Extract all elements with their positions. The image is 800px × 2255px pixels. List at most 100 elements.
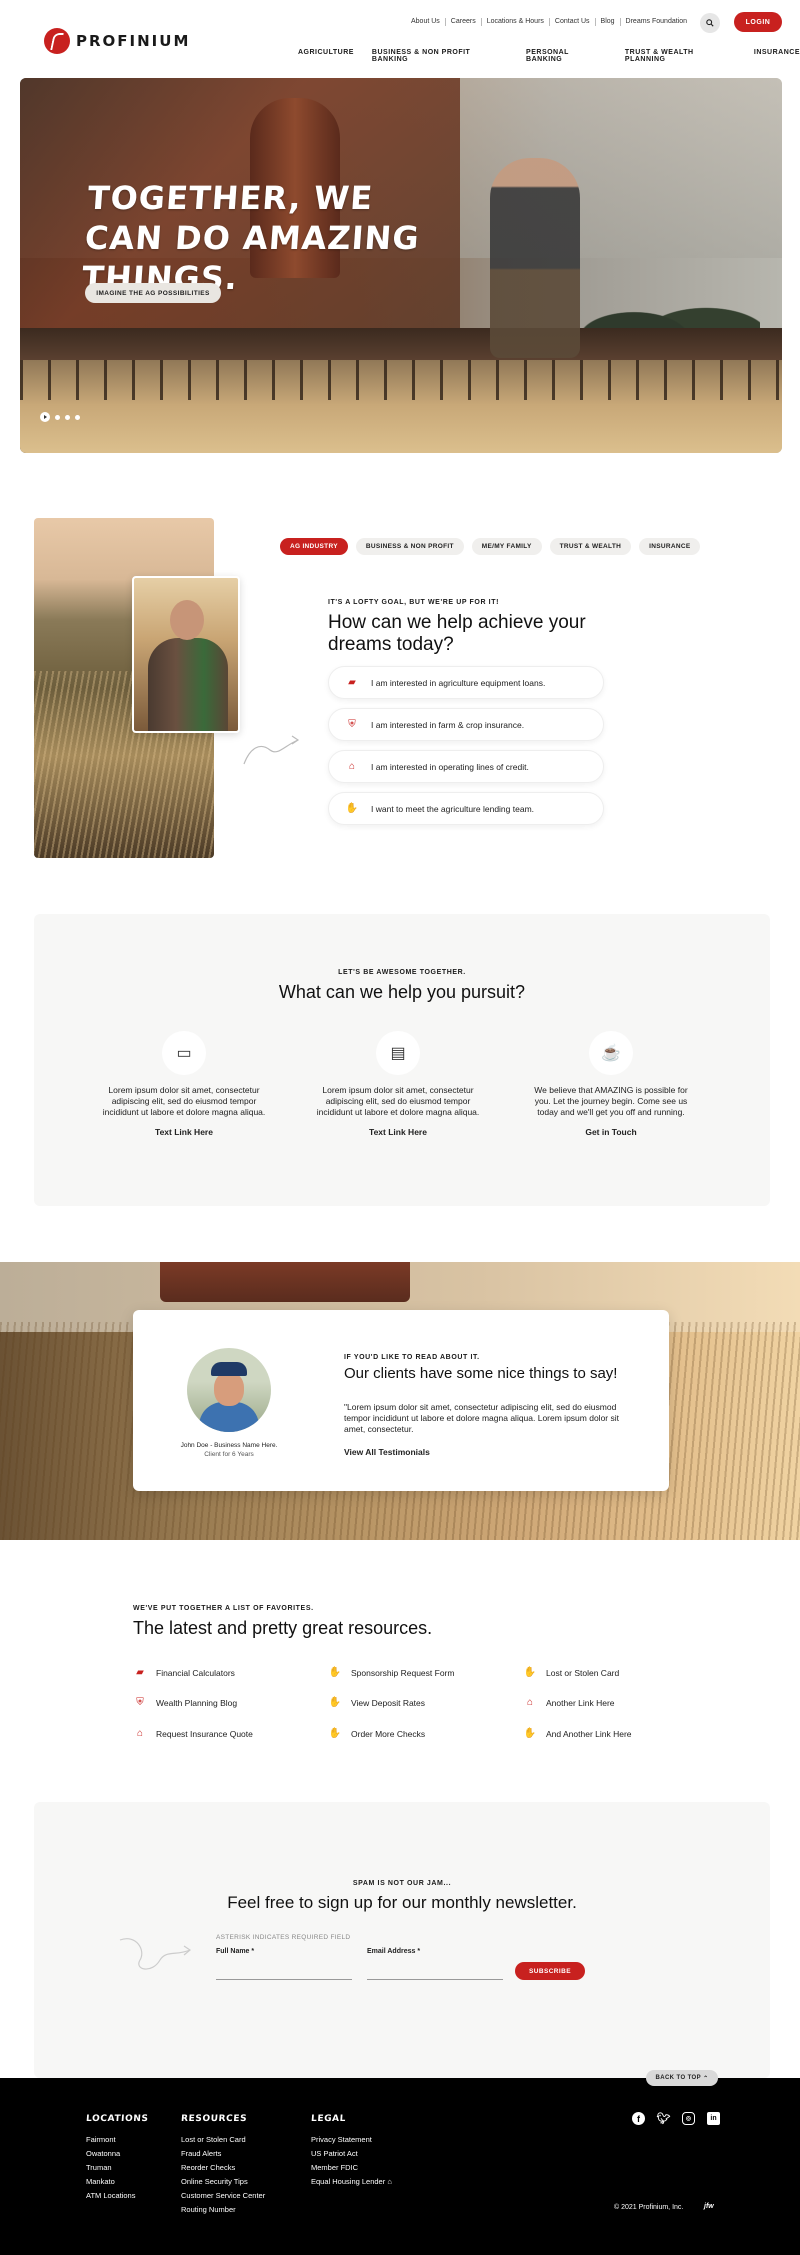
- full-name-field[interactable]: [216, 1960, 352, 1980]
- help-option[interactable]: ⌂ I am interested in operating lines of …: [328, 750, 604, 783]
- resource-link[interactable]: ✋ Lost or Stolen Card: [523, 1667, 703, 1678]
- pursuit-card: ☕ We believe that AMAZING is possible fo…: [526, 1031, 696, 1137]
- handshake-icon: ✋: [523, 1728, 537, 1739]
- help-eyebrow: IT'S A LOFTY GOAL, BUT WE'RE UP FOR IT!: [328, 599, 500, 606]
- facebook-icon[interactable]: f: [632, 2112, 645, 2125]
- footer-link[interactable]: US Patriot Act: [311, 2147, 392, 2161]
- pursuit-link[interactable]: Get in Touch: [526, 1127, 696, 1137]
- tab-business[interactable]: BUSINESS & NON PROFIT: [355, 538, 464, 555]
- footer-link[interactable]: Lost or Stolen Card: [181, 2133, 265, 2147]
- barn-icon: ⌂: [348, 761, 356, 772]
- handshake-icon: ✋: [328, 1667, 342, 1678]
- back-to-top-button[interactable]: BACK TO TOP ⌃: [646, 2070, 718, 2086]
- footer-locations: Locations Fairmont Owatonna Truman Manka…: [86, 2114, 149, 2203]
- profinium-logo[interactable]: PROFINIUM: [44, 28, 190, 54]
- footer-link[interactable]: Routing Number: [181, 2203, 265, 2217]
- footer-link[interactable]: Truman: [86, 2161, 149, 2175]
- equal-housing-icon: ⌂: [387, 2177, 392, 2186]
- slider-dot[interactable]: [65, 414, 70, 420]
- nav-personal[interactable]: PERSONAL BANKING: [526, 49, 607, 63]
- instagram-icon[interactable]: ◎: [682, 2112, 695, 2125]
- pursuit-link[interactable]: Text Link Here: [99, 1127, 269, 1137]
- crop-insurance-icon: ⛨: [348, 719, 356, 730]
- util-link-locations[interactable]: Locations & Hours: [480, 18, 549, 26]
- pursuit-section: LET'S BE AWESOME TOGETHER. What can we h…: [34, 914, 770, 1206]
- footer-link[interactable]: Equal Housing Lender ⌂: [311, 2175, 392, 2189]
- footer-link[interactable]: Online Security Tips: [181, 2175, 265, 2189]
- help-option[interactable]: ✋ I want to meet the agriculture lending…: [328, 792, 604, 825]
- subscribe-button[interactable]: SUBSCRIBE: [515, 1962, 585, 1980]
- card-icon: ▤: [376, 1031, 420, 1075]
- barn-icon: ⌂: [526, 1697, 534, 1708]
- site-header: PROFINIUM About Us Careers Locations & H…: [0, 0, 800, 70]
- client-name: John Doe - Business Name Here.: [180, 1442, 278, 1449]
- util-link-careers[interactable]: Careers: [444, 18, 481, 26]
- help-option[interactable]: ⛨ I am interested in farm & crop insuran…: [328, 708, 604, 741]
- tab-trust[interactable]: TRUST & WEALTH: [549, 538, 632, 555]
- arrow-doodle-icon: [119, 1938, 192, 1970]
- footer-link[interactable]: Owatonna: [86, 2147, 149, 2161]
- hero-cta-button[interactable]: IMAGINE THE AG POSSIBILITIES: [85, 283, 221, 303]
- resource-link[interactable]: ⌂ Request Insurance Quote: [133, 1728, 313, 1739]
- copyright: © 2021 Profinium, Inc.: [614, 2204, 684, 2211]
- site-footer: BACK TO TOP ⌃ Locations Fairmont Owatonn…: [0, 2070, 800, 2255]
- login-button[interactable]: LOGIN: [734, 12, 782, 32]
- util-link-contact[interactable]: Contact Us: [548, 18, 595, 26]
- crop-insurance-icon: ⛨: [136, 1697, 144, 1708]
- tab-ag-industry[interactable]: AG INDUSTRY: [280, 538, 348, 555]
- util-link-dreams[interactable]: Dreams Foundation: [619, 18, 692, 26]
- pursuit-card: ▤ Lorem ipsum dolor sit amet, consectetu…: [313, 1031, 483, 1137]
- util-link-blog[interactable]: Blog: [594, 18, 620, 26]
- slider-dot[interactable]: [75, 414, 80, 420]
- footer-link[interactable]: Mankato: [86, 2175, 149, 2189]
- pursuit-card: ▭ Lorem ipsum dolor sit amet, consectetu…: [99, 1031, 269, 1137]
- footer-link[interactable]: Fairmont: [86, 2133, 149, 2147]
- play-icon[interactable]: [40, 412, 50, 422]
- resource-link[interactable]: ✋ View Deposit Rates: [328, 1697, 508, 1708]
- resource-link[interactable]: ▰ Financial Calculators: [133, 1667, 313, 1678]
- pursuit-title: What can we help you pursuit?: [278, 982, 526, 1002]
- testimonial-quote: "Lorem ipsum dolor sit amet, consectetur…: [344, 1402, 619, 1434]
- footer-link[interactable]: Member FDIC: [311, 2161, 392, 2175]
- resource-link[interactable]: ⌂ Another Link Here: [523, 1697, 703, 1708]
- avatar: [187, 1348, 271, 1432]
- nav-insurance[interactable]: INSURANCE: [754, 49, 800, 63]
- hero-banner: TOGETHER, WE CAN DO AMAZING THINGS. IMAG…: [20, 78, 782, 453]
- linkedin-icon[interactable]: in: [707, 2112, 720, 2125]
- footer-link[interactable]: ATM Locations: [86, 2189, 149, 2203]
- logo-wordmark: PROFINIUM: [76, 32, 191, 50]
- utility-nav: About Us Careers Locations & Hours Conta…: [406, 18, 692, 26]
- arrow-doodle-icon: [243, 735, 300, 765]
- view-testimonials-link[interactable]: View All Testimonials: [344, 1447, 430, 1457]
- audience-tabs: AG INDUSTRY BUSINESS & NON PROFIT ME/MY …: [280, 538, 701, 555]
- footer-link[interactable]: Customer Service Center: [181, 2189, 265, 2203]
- footer-link[interactable]: Reorder Checks: [181, 2161, 265, 2175]
- slider-dot[interactable]: [55, 414, 60, 420]
- nav-trust[interactable]: TRUST & WEALTH PLANNING: [625, 49, 736, 63]
- nav-business[interactable]: BUSINESS & NON PROFIT BANKING: [372, 49, 508, 63]
- social-links: f 🐦︎ ◎ in: [632, 2112, 720, 2125]
- client-since: Client for 6 Years: [204, 1451, 254, 1458]
- tab-family[interactable]: ME/MY FAMILY: [471, 538, 542, 555]
- email-label: Email Address *: [367, 1948, 421, 1955]
- help-option[interactable]: ▰ I am interested in agriculture equipme…: [328, 666, 604, 699]
- resource-link[interactable]: ✋ Order More Checks: [328, 1728, 508, 1739]
- resource-link[interactable]: ✋ Sponsorship Request Form: [328, 1667, 508, 1678]
- tab-insurance[interactable]: INSURANCE: [639, 538, 701, 555]
- footer-link[interactable]: Privacy Statement: [311, 2133, 392, 2147]
- resource-link[interactable]: ✋ And Another Link Here: [523, 1728, 703, 1739]
- nav-agriculture[interactable]: AGRICULTURE: [298, 49, 354, 63]
- resource-link[interactable]: ⛨ Wealth Planning Blog: [133, 1697, 313, 1708]
- testimonial-eyebrow: IF YOU'D LIKE TO READ ABOUT IT.: [344, 1354, 480, 1361]
- help-title: How can we help achieve your dreams toda…: [328, 612, 586, 655]
- email-field[interactable]: [367, 1960, 503, 1980]
- pursuit-link[interactable]: Text Link Here: [313, 1127, 483, 1137]
- search-button[interactable]: [700, 13, 720, 33]
- util-link-about[interactable]: About Us: [406, 18, 445, 26]
- handshake-icon: ✋: [328, 1697, 342, 1708]
- tractor-icon: ▰: [348, 677, 356, 688]
- footer-link[interactable]: Fraud Alerts: [181, 2147, 265, 2161]
- barn-icon: ⌂: [136, 1728, 144, 1739]
- handshake-icon: ✋: [523, 1667, 537, 1678]
- twitter-icon[interactable]: 🐦︎: [657, 2112, 671, 2125]
